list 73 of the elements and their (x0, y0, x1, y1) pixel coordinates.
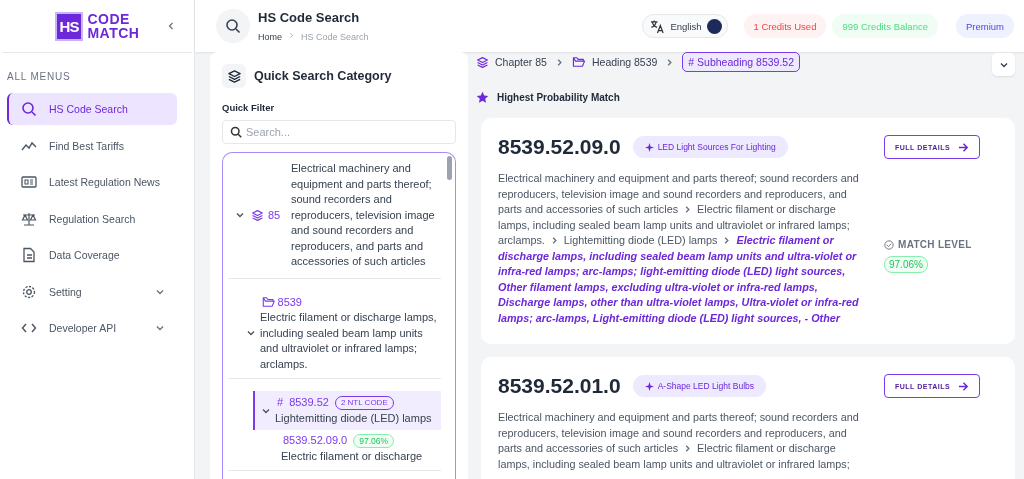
layers-icon (251, 208, 264, 222)
category-tag: A-Shape LED Light Bulbs (632, 375, 767, 397)
nav-item[interactable]: Regulation Search (7, 202, 177, 235)
newspaper-icon (21, 174, 37, 190)
scrollbar-thumb[interactable] (447, 156, 452, 180)
arrow-right-icon (958, 141, 970, 153)
chevron-right-icon (683, 444, 693, 453)
chevron-right-icon (722, 236, 732, 245)
document-icon (21, 247, 37, 263)
sparkle-icon (644, 381, 654, 391)
collapse-toggle-button[interactable] (992, 53, 1015, 76)
code-description: Electrical machinery and equipment and parts thereof; sound recorders and reproducers, television image and sound recorders and reproducers, and parts and accessories of such articles Electric filament or discharge lamps, including sealed beam lamp units and ultraviolet or infrared lamps; (498, 410, 860, 472)
search-icon (230, 126, 242, 138)
scale-icon (21, 210, 37, 227)
breadcrumb-link[interactable]: Home (258, 32, 282, 42)
flag-icon (706, 18, 722, 34)
chapter-number[interactable]: 85 (268, 207, 281, 223)
nav-item[interactable]: Find Best Tariffs (7, 129, 177, 162)
plan-badge: Premium (956, 14, 1014, 38)
category-breadcrumb[interactable]: # Subheading 8539.52 (682, 52, 801, 72)
arrow-right-icon (958, 380, 970, 392)
filter-label: Quick Filter (222, 102, 276, 113)
nav-item[interactable]: Developer API (7, 312, 177, 344)
code-description: Electrical machinery and equipment and parts thereof; sound recorders and reproducers, television image and sound recorders and reproducers, and parts and accessories of such articles Electric filament or discharge lamps, including sealed beam lamp units and ultraviolet or infrared lamps; arclamps. Lightemitting diode (LED) lamps Electric filament or discharge lamps, including sealed beam lamp units and ultra-violet or infra-red lamps; arc-lamps; light-emitting diode (LED) light sources, Other filament lamps, excluding ultra-violet or infra-red lamps, Discharge lamps, other than ultra-violet lamps, Ultra-violet or infra-red lamps; arc-lamps, Light-emitting diode (LED) light sources, - Other (498, 171, 860, 326)
chevron-right-icon (665, 57, 675, 67)
heading-description: Electric filament or discharge lamps, including sealed beam lamp units and ultraviolet or infrared lamps; arclamps. (260, 310, 438, 372)
logo-badge: HS (54, 11, 84, 41)
subheading-description: Lightemitting diode (LED) lamps (275, 410, 432, 426)
star-icon (476, 91, 489, 104)
section-title: Highest Probability Match (497, 92, 620, 103)
tariff-description: Electric filament or discharge (281, 448, 423, 464)
nav-item[interactable]: Latest Regulation News (7, 166, 177, 198)
match-percent-badge: 97.06% (884, 256, 928, 273)
settings-icon (21, 283, 37, 300)
category-breadcrumb[interactable]: Chapter 85 (476, 55, 547, 69)
hs-code: 8539.52.01.0 (498, 374, 621, 398)
chapter-code[interactable]: 85 (251, 207, 291, 223)
translate-icon (650, 18, 666, 34)
credits-used-badge: 1 Credits Used (743, 14, 827, 38)
folder-icon (262, 296, 276, 309)
search-icon (21, 101, 37, 117)
language-selector[interactable]: English (642, 14, 728, 38)
match-percent-badge: 97.06% (353, 433, 395, 448)
subheading-code: 8539.52 (289, 395, 329, 410)
chevron-right-icon (683, 205, 693, 214)
chevron-left-icon[interactable] (166, 21, 176, 31)
panel-title: Quick Search Category (254, 69, 392, 83)
credits-balance-badge: 999 Credits Balance (832, 14, 938, 38)
layers-icon (476, 55, 489, 69)
match-level-label: MATCH LEVEL (884, 239, 972, 250)
folder-icon (571, 56, 586, 68)
nav-item[interactable]: HS Code Search (7, 93, 177, 125)
search-field[interactable]: Search... (222, 120, 456, 144)
page-title: HS Code Search (258, 10, 361, 25)
chevron-right-icon (288, 32, 295, 39)
category-tag: LED Light Sources For Lighting (632, 136, 788, 158)
hash-icon: # (277, 395, 284, 411)
logo-text: MATCH (87, 26, 140, 40)
sparkle-icon (644, 142, 654, 152)
check-circle-icon (884, 239, 894, 250)
tariff-code[interactable]: 8539.52.09.0 (283, 433, 348, 449)
category-breadcrumb[interactable]: Heading 8539 (571, 56, 658, 68)
chapter-description: Electrical machinery and equipment and parts thereof; sound recorders and reproducers, television image and sound recorders and reproducers, and parts and accessories of such articles (291, 161, 436, 269)
search-button[interactable] (216, 9, 250, 43)
chevron-down-icon (155, 323, 165, 333)
nav-item[interactable]: Data Coverage (7, 239, 177, 271)
search-icon (225, 18, 241, 34)
hs-code: 8539.52.09.0 (498, 135, 621, 159)
subheading-row[interactable]: # 8539.52 2 NTL CODE Lightemitting diode (LED) lamps (253, 391, 441, 430)
logo-text: CODE (87, 12, 131, 26)
menu-section-label: ALL MENUS (7, 71, 72, 82)
nav-item[interactable]: Setting (7, 275, 177, 308)
heading-code[interactable]: 8539 (277, 294, 302, 310)
